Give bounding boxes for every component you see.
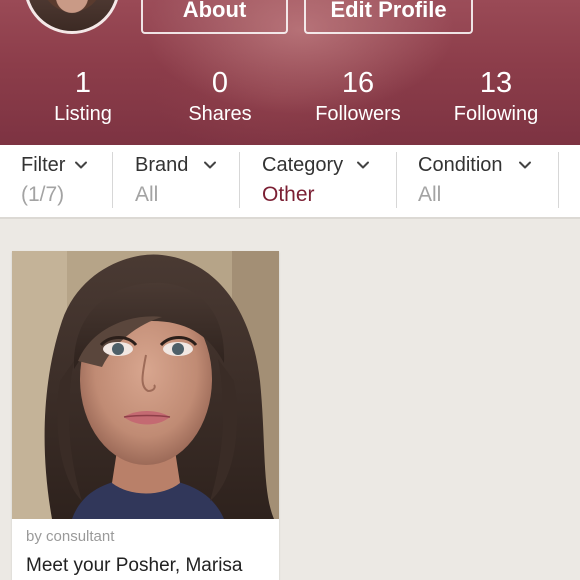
- listing-photo[interactable]: [12, 251, 279, 519]
- brand-dropdown[interactable]: Brand All: [135, 145, 235, 217]
- stat-shares[interactable]: 0 Shares: [155, 66, 285, 128]
- divider: [396, 152, 397, 208]
- listing-author[interactable]: by consultant: [26, 528, 114, 545]
- stat-listing[interactable]: 1 Listing: [18, 66, 148, 128]
- condition-value: All: [418, 183, 442, 206]
- listing-count: 1: [74, 67, 92, 99]
- listing-card[interactable]: by consultant Meet your Posher, Marisa: [12, 251, 279, 580]
- listing-label: Listing: [54, 103, 112, 125]
- stat-following[interactable]: 13 Following: [431, 66, 561, 128]
- category-value: Other: [262, 183, 315, 206]
- about-button[interactable]: About: [141, 0, 288, 34]
- divider: [239, 152, 240, 208]
- filter-bar: Filter (1/7) Brand All Category Other Co…: [0, 145, 580, 219]
- profile-header: About Edit Profile 1 Listing 0 Shares 16…: [0, 0, 580, 145]
- stat-followers[interactable]: 16 Followers: [293, 66, 423, 128]
- filter-dropdown[interactable]: Filter (1/7): [21, 145, 109, 217]
- followers-count: 16: [341, 67, 375, 99]
- divider: [558, 152, 559, 208]
- category-label: Category: [262, 154, 344, 176]
- following-count: 13: [479, 67, 513, 99]
- chevron-down-icon: [75, 161, 88, 168]
- chevron-down-icon: [357, 161, 370, 168]
- followers-label: Followers: [315, 103, 401, 125]
- shares-label: Shares: [188, 103, 252, 125]
- filter-value: (1/7): [21, 183, 65, 206]
- listing-title[interactable]: Meet your Posher, Marisa: [26, 555, 242, 577]
- brand-label: Brand: [135, 154, 189, 176]
- following-label: Following: [453, 103, 539, 125]
- avatar[interactable]: [24, 0, 120, 34]
- condition-label: Condition: [418, 154, 503, 176]
- divider: [112, 152, 113, 208]
- chevron-down-icon: [518, 161, 531, 168]
- brand-value: All: [135, 183, 159, 206]
- filter-label: Filter: [21, 154, 66, 176]
- shares-count: 0: [211, 67, 229, 99]
- category-dropdown[interactable]: Category Other: [262, 145, 392, 217]
- condition-dropdown[interactable]: Condition All: [418, 145, 548, 217]
- edit-profile-button[interactable]: Edit Profile: [304, 0, 473, 34]
- portrait-image: [12, 251, 279, 519]
- chevron-down-icon: [204, 161, 217, 168]
